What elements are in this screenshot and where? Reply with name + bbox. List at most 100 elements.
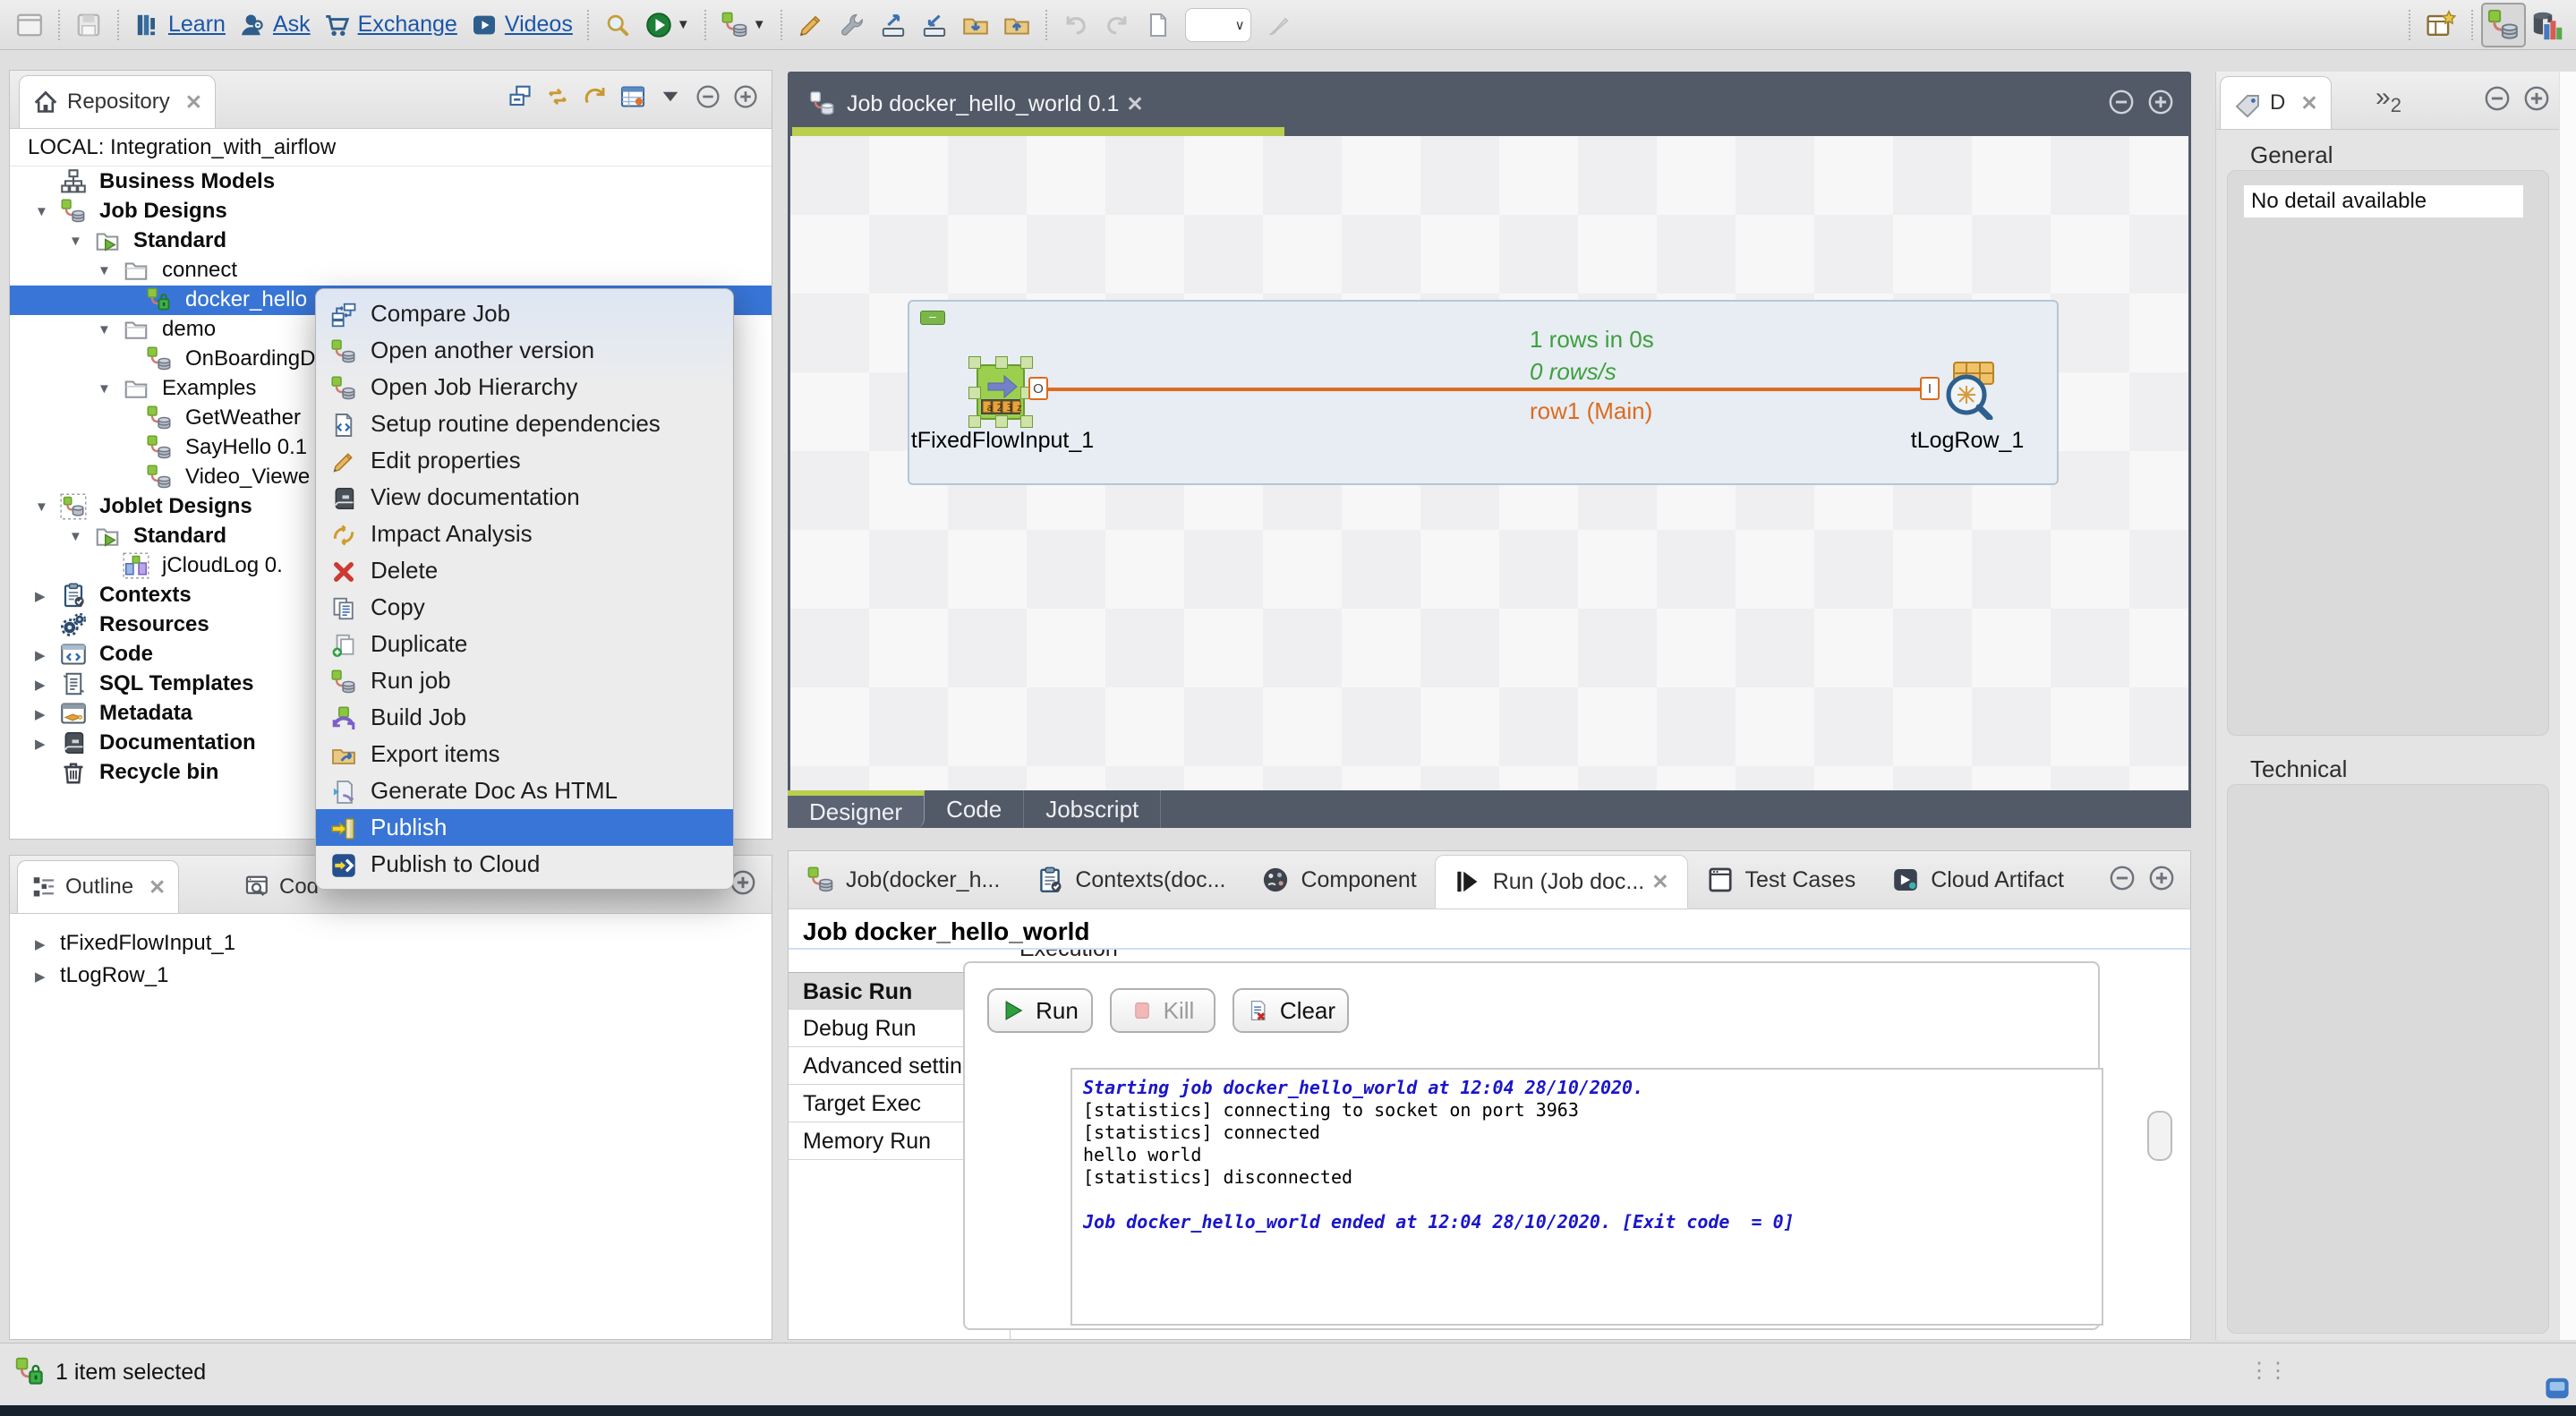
minimize-icon[interactable] bbox=[2107, 88, 2136, 116]
run-job-button[interactable]: ▼ bbox=[644, 7, 690, 43]
learn-link[interactable]: Learn bbox=[133, 7, 226, 43]
close-icon[interactable]: ✕ bbox=[185, 90, 202, 115]
expander-closed-icon[interactable]: ▶ bbox=[35, 677, 46, 693]
menu-item-duplicate[interactable]: Duplicate bbox=[316, 626, 733, 662]
menu-item-delete[interactable]: Delete bbox=[316, 552, 733, 589]
new-editor-button[interactable] bbox=[1144, 7, 1173, 43]
perspective-integration-button[interactable] bbox=[2481, 2, 2526, 47]
subjob-container[interactable]: – bbox=[908, 300, 2059, 485]
selection-handle[interactable] bbox=[968, 356, 981, 369]
app-badge-icon[interactable] bbox=[2544, 1376, 2571, 1401]
maximize-icon[interactable] bbox=[2146, 88, 2175, 116]
minimize-icon[interactable] bbox=[2108, 864, 2137, 892]
minimize-icon[interactable] bbox=[695, 83, 721, 110]
project-settings-button[interactable] bbox=[838, 7, 866, 43]
expander-closed-icon[interactable]: ▶ bbox=[35, 736, 46, 752]
menu-item-compare-job[interactable]: Compare Job bbox=[316, 295, 733, 332]
save-button[interactable] bbox=[74, 7, 103, 43]
expander-open-icon[interactable]: ▼ bbox=[35, 204, 48, 219]
editor-tab-jobscript[interactable]: Jobscript bbox=[1024, 790, 1162, 828]
import-button[interactable] bbox=[920, 7, 949, 43]
component-label[interactable]: tFixedFlowInput_1 bbox=[895, 428, 1110, 454]
connection-output-badge[interactable]: O bbox=[1028, 377, 1048, 400]
panel-tab-test-cases[interactable]: Test Cases bbox=[1688, 851, 1874, 908]
expander-closed-icon[interactable]: ▶ bbox=[35, 588, 46, 604]
tree-item[interactable]: ▼ Standard bbox=[10, 226, 772, 256]
maximize-icon[interactable] bbox=[2522, 84, 2551, 113]
menu-item-impact-analysis[interactable]: Impact Analysis bbox=[316, 516, 733, 552]
expander-closed-icon[interactable]: ▶ bbox=[35, 706, 46, 722]
close-icon[interactable]: ✕ bbox=[1126, 92, 1143, 116]
tab-d-view[interactable]: D ✕ bbox=[2220, 76, 2332, 129]
connection-input-badge[interactable]: I bbox=[1920, 377, 1940, 400]
menu-item-run-job[interactable]: Run job bbox=[316, 662, 733, 699]
expander-closed-icon[interactable]: ▶ bbox=[35, 968, 46, 985]
menu-item-setup-routine-dependencies[interactable]: Setup routine dependencies bbox=[316, 405, 733, 442]
panel-tab-cloud-artifact[interactable]: Cloud Artifact bbox=[1873, 851, 2082, 908]
collapse-subjob-icon[interactable]: – bbox=[920, 310, 945, 325]
tab-outline[interactable]: Outline ✕ bbox=[17, 860, 180, 913]
close-icon[interactable]: ✕ bbox=[2300, 91, 2317, 115]
refresh-button[interactable] bbox=[582, 83, 609, 110]
execution-console[interactable]: Starting job docker_hello_world at 12:04… bbox=[1070, 1068, 2103, 1326]
open-perspective-button[interactable] bbox=[2425, 7, 2457, 43]
expander-closed-icon[interactable]: ▶ bbox=[35, 936, 46, 952]
selection-handle[interactable] bbox=[1020, 356, 1033, 369]
maximize-icon[interactable] bbox=[2147, 864, 2176, 892]
menu-item-export-items[interactable]: Export items bbox=[316, 736, 733, 772]
close-icon[interactable]: ✕ bbox=[1651, 870, 1668, 894]
component-label[interactable]: tLogRow_1 bbox=[1878, 428, 2057, 454]
menu-item-open-job-hierarchy[interactable]: Open Job Hierarchy bbox=[316, 369, 733, 405]
panel-tab-job-docker-h-[interactable]: Job(docker_h... bbox=[789, 851, 1018, 908]
minimize-icon[interactable] bbox=[2483, 84, 2512, 113]
connection-row1[interactable] bbox=[1034, 388, 1940, 391]
expander-open-icon[interactable]: ▼ bbox=[98, 381, 111, 397]
tab-job-editor[interactable]: Job docker_hello_world 0.1 ✕ bbox=[797, 79, 1156, 129]
selection-handle[interactable] bbox=[995, 415, 1008, 428]
menu-item-edit-properties[interactable]: Edit properties bbox=[316, 442, 733, 479]
outline-item[interactable]: ▶ tFixedFlowInput_1 bbox=[10, 929, 772, 961]
close-icon[interactable]: ✕ bbox=[149, 875, 166, 900]
tree-item[interactable]: Business Models bbox=[10, 167, 772, 197]
export-button[interactable] bbox=[879, 7, 908, 43]
clean-button[interactable] bbox=[1264, 7, 1292, 43]
menu-item-build-job[interactable]: Build Job bbox=[316, 699, 733, 736]
workspace-button[interactable] bbox=[15, 7, 44, 43]
dropdown-caret-icon[interactable]: ▼ bbox=[753, 17, 766, 32]
menu-item-publish-to-cloud[interactable]: Publish to Cloud bbox=[316, 846, 733, 883]
scrollbar-thumb[interactable] bbox=[2147, 1111, 2172, 1161]
edit-button[interactable] bbox=[797, 7, 825, 43]
exchange-link[interactable]: Exchange bbox=[323, 7, 457, 43]
expander-open-icon[interactable]: ▼ bbox=[69, 234, 82, 249]
expander-open-icon[interactable]: ▼ bbox=[98, 263, 111, 278]
selection-handle[interactable] bbox=[995, 356, 1008, 369]
menu-item-generate-doc-as-html[interactable]: Generate Doc As HTML bbox=[316, 772, 733, 809]
component-tfixedflowinput[interactable]: a 2 3 z bbox=[968, 356, 1033, 428]
redo-button[interactable] bbox=[1103, 7, 1131, 43]
tab-repository[interactable]: Repository ✕ bbox=[19, 75, 216, 128]
design-canvas[interactable]: – a 2 3 z tFixedFlowInput_1 O I 1 rows i… bbox=[790, 136, 2188, 790]
videos-link[interactable]: Videos bbox=[470, 7, 573, 43]
menu-item-copy[interactable]: Copy bbox=[316, 589, 733, 626]
collapse-all-button[interactable] bbox=[507, 83, 533, 110]
tab-overflow-indicator[interactable]: »2 bbox=[2376, 82, 2401, 117]
tree-item[interactable]: ▼ connect bbox=[10, 256, 772, 286]
maximize-icon[interactable] bbox=[732, 83, 759, 110]
expander-open-icon[interactable]: ▼ bbox=[35, 499, 48, 515]
panel-tab-component[interactable]: Component bbox=[1243, 851, 1434, 908]
run-button[interactable]: Run bbox=[987, 988, 1093, 1033]
selection-handle[interactable] bbox=[968, 387, 981, 399]
clear-button[interactable]: Clear bbox=[1233, 988, 1349, 1033]
ask-link[interactable]: Ask bbox=[238, 7, 311, 43]
outline-item[interactable]: ▶ tLogRow_1 bbox=[10, 961, 772, 994]
link-with-editor-button[interactable] bbox=[544, 83, 571, 110]
tree-item[interactable]: ▼ Job Designs bbox=[10, 197, 772, 226]
export-items-button[interactable] bbox=[1002, 7, 1031, 43]
menu-item-publish[interactable]: Publish bbox=[316, 809, 733, 846]
drag-grip-icon[interactable]: ⋮⋮ bbox=[2248, 1358, 2289, 1384]
import-items-button[interactable] bbox=[961, 7, 990, 43]
search-button[interactable] bbox=[603, 7, 632, 43]
detail-view-button[interactable] bbox=[619, 83, 646, 110]
dropdown-caret-icon[interactable]: ▼ bbox=[677, 17, 690, 32]
expander-open-icon[interactable]: ▼ bbox=[69, 529, 82, 544]
